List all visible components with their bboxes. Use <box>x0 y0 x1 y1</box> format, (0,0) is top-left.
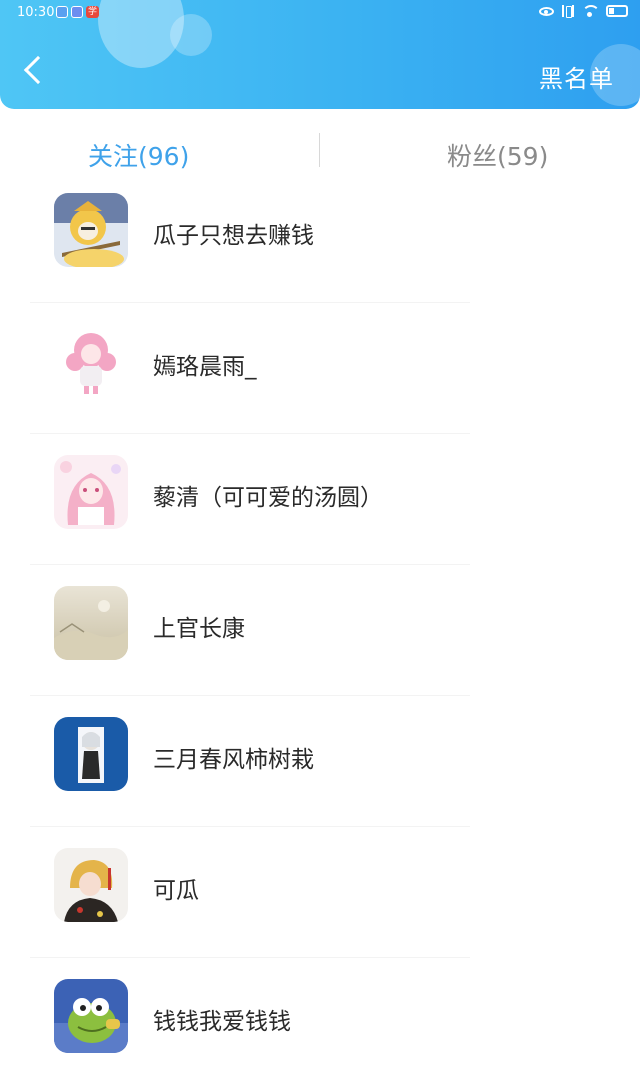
user-name: 钱钱我爱钱钱 <box>153 1009 291 1035</box>
list-item[interactable]: 上官长康 <box>0 565 640 696</box>
list-item[interactable]: 钱钱我爱钱钱 <box>0 958 640 1089</box>
notification-app-icon <box>71 6 83 18</box>
avatar <box>54 586 128 660</box>
list-item[interactable]: 瓜子只想去赚钱 <box>0 172 640 303</box>
pink-hair-girl-avatar <box>54 324 128 398</box>
list-item[interactable]: 嫣珞晨雨_ <box>0 303 640 434</box>
back-button[interactable] <box>14 52 58 96</box>
status-icons <box>539 5 628 18</box>
user-name: 嫣珞晨雨_ <box>153 354 257 380</box>
blonde-kimono-girl-avatar <box>54 848 128 922</box>
top-header: 10:30 学 黑名单 <box>0 0 640 109</box>
chevron-left-icon <box>23 55 53 85</box>
tab-fans[interactable]: 粉丝(59) <box>447 137 548 173</box>
gold-armor-character-avatar <box>54 193 128 267</box>
avatar <box>54 979 128 1053</box>
eye-comfort-icon <box>539 6 554 16</box>
white-hair-figure-avatar <box>54 717 128 791</box>
blacklist-button[interactable]: 黑名单 <box>539 59 614 94</box>
user-name: 瓜子只想去赚钱 <box>153 223 314 249</box>
list-item[interactable]: 三月春风柿树栽 <box>0 696 640 827</box>
green-frog-avatar <box>54 979 128 1053</box>
list-item[interactable]: 藜清（可可爱的汤圆） <box>0 434 640 565</box>
status-bar: 10:30 学 <box>0 0 640 28</box>
wifi-icon <box>582 5 600 17</box>
user-name: 三月春风柿树栽 <box>153 747 314 773</box>
notification-app-icon <box>56 6 68 18</box>
user-list: 瓜子只想去赚钱 嫣珞晨雨_ 藜清（可可爱的汤圆） 上官长康 三月春风柿树栽 可瓜… <box>0 172 640 1089</box>
avatar <box>54 455 128 529</box>
pink-anime-girl-avatar <box>54 455 128 529</box>
notification-study-icon: 学 <box>86 6 99 18</box>
status-time: 10:30 <box>17 5 55 20</box>
avatar <box>54 848 128 922</box>
avatar <box>54 193 128 267</box>
list-item[interactable]: 可瓜 <box>0 827 640 958</box>
vibrate-icon <box>562 5 574 18</box>
sepia-landscape-avatar <box>54 586 128 660</box>
tab-divider <box>319 133 320 167</box>
follow-tabs: 关注(96) 粉丝(59) <box>0 125 640 175</box>
avatar <box>54 717 128 791</box>
user-name: 藜清（可可爱的汤圆） <box>153 485 383 511</box>
user-name: 可瓜 <box>153 878 199 904</box>
tab-following[interactable]: 关注(96) <box>88 137 189 173</box>
user-name: 上官长康 <box>153 616 245 642</box>
battery-icon <box>606 5 628 17</box>
avatar <box>54 324 128 398</box>
